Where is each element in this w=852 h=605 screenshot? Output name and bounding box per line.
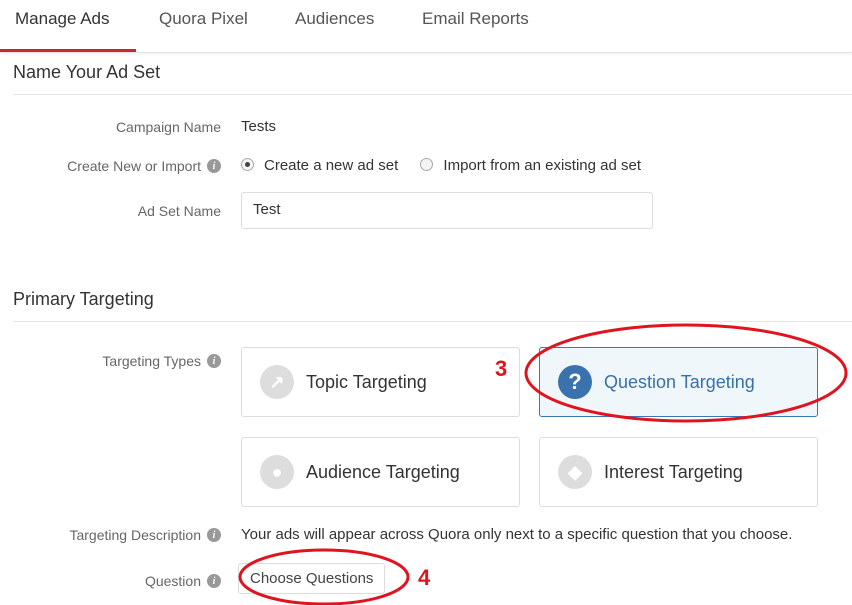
tab-manage-ads[interactable]: Manage Ads [15, 9, 110, 29]
tab-audiences[interactable]: Audiences [295, 9, 374, 29]
trend-icon: ↗ [260, 365, 294, 399]
info-icon[interactable]: i [207, 574, 221, 588]
targeting-description-label: Targeting Description i [69, 527, 221, 543]
label-text: Targeting Types [102, 353, 201, 369]
ad-set-name-input[interactable]: Test [241, 192, 653, 229]
create-import-options: Create a new ad set Import from an exist… [241, 157, 641, 174]
info-icon[interactable]: i [207, 528, 221, 542]
tab-email-reports[interactable]: Email Reports [422, 9, 529, 29]
label-text: Targeting Description [69, 527, 201, 543]
annotation-step-4: 4 [418, 565, 431, 590]
info-icon[interactable]: i [207, 159, 221, 173]
campaign-name-value: Tests [241, 118, 277, 135]
tab-bar: Manage Ads Quora Pixel Audiences Email R… [0, 0, 852, 53]
radio-label: Import from an existing ad set [443, 157, 642, 174]
targeting-types-label: Targeting Types i [102, 353, 221, 369]
audience-targeting-card[interactable]: ● Audience Targeting [241, 437, 520, 507]
question-icon: ? [558, 365, 592, 399]
campaign-name-label: Campaign Name [116, 119, 221, 135]
choose-questions-button[interactable]: Choose Questions [238, 563, 386, 594]
radio-button[interactable] [241, 158, 254, 171]
card-label: Question Targeting [604, 371, 755, 392]
question-label: Question i [145, 573, 221, 589]
label-text: Campaign Name [115, 119, 221, 135]
radio-create-new[interactable]: Create a new ad set [241, 157, 398, 174]
create-import-label: Create New or Import i [67, 158, 221, 174]
people-icon: ● [260, 455, 294, 489]
annotation-step-3: 3 [495, 356, 508, 381]
label-text: Question [144, 573, 201, 589]
topic-targeting-card[interactable]: ↗ Topic Targeting [241, 347, 520, 417]
label-text: Create New or Import [67, 158, 201, 174]
active-tab-indicator [0, 49, 136, 52]
section-title-targeting: Primary Targeting [13, 289, 154, 309]
radio-label: Create a new ad set [264, 157, 399, 174]
interest-targeting-card[interactable]: ◆ Interest Targeting [539, 437, 818, 507]
card-label: Audience Targeting [306, 461, 460, 482]
radio-import[interactable]: Import from an existing ad set [420, 157, 641, 174]
label-text: Ad Set Name [137, 203, 221, 219]
diamond-icon: ◆ [558, 455, 592, 489]
divider [13, 94, 852, 95]
section-title-name: Name Your Ad Set [13, 62, 161, 82]
divider [13, 321, 852, 322]
targeting-description: Your ads will appear across Quora only n… [241, 526, 793, 543]
question-targeting-card[interactable]: ? Question Targeting [539, 347, 818, 417]
ad-set-name-label: Ad Set Name [138, 203, 221, 219]
card-label: Interest Targeting [604, 461, 743, 482]
card-label: Topic Targeting [306, 371, 427, 392]
radio-button[interactable] [420, 158, 434, 171]
tab-quora-pixel[interactable]: Quora Pixel [159, 9, 248, 29]
info-icon[interactable]: i [207, 354, 221, 368]
